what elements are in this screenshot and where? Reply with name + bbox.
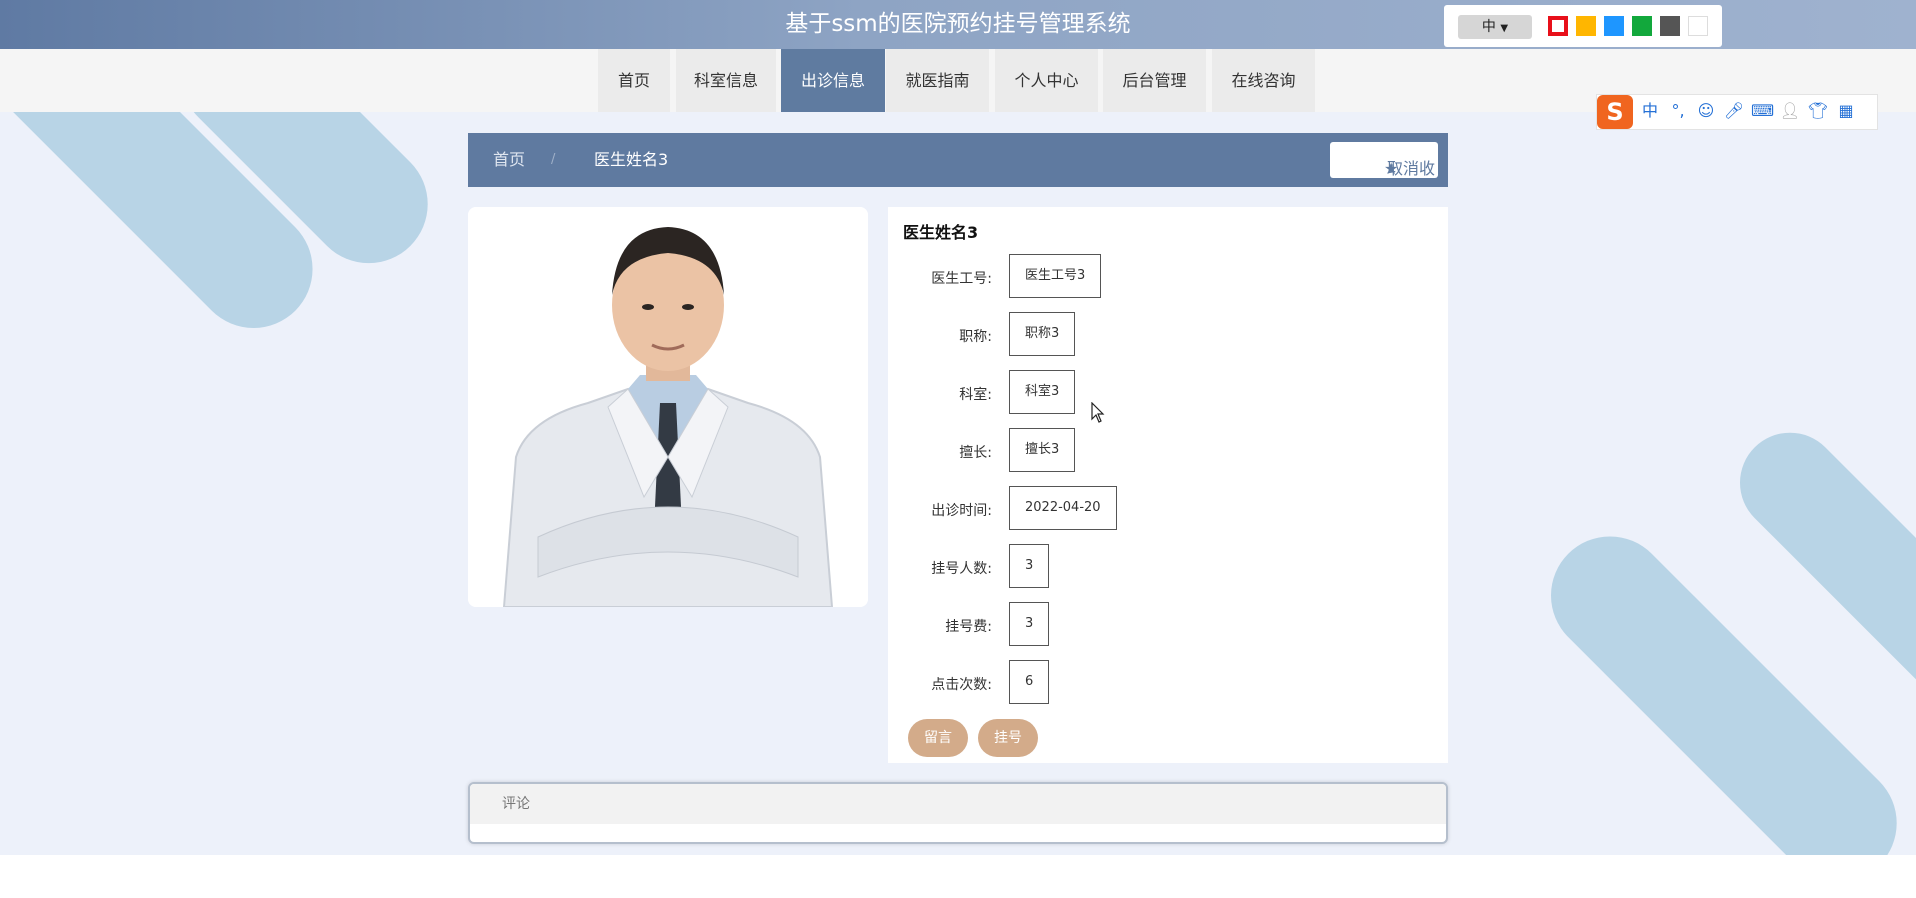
theme-swatch-white[interactable]: [1688, 16, 1708, 36]
nav-item-guide[interactable]: 就医指南: [886, 49, 989, 112]
language-dropdown[interactable]: 中 ▼: [1458, 15, 1532, 39]
sogou-logo-icon[interactable]: S: [1597, 95, 1633, 129]
field-label-visit-date: 出诊时间:: [931, 503, 992, 519]
nav-item-profile[interactable]: 个人中心: [995, 49, 1098, 112]
emoji-icon[interactable]: ☺: [1695, 100, 1717, 122]
theme-switcher: 中 ▼: [1444, 5, 1722, 47]
breadcrumb-current: 医生姓名3: [594, 150, 669, 169]
field-value-specialty: 擅长3: [1009, 428, 1076, 472]
language-label: 中: [1481, 19, 1496, 35]
skin-shirt-icon[interactable]: 👕︎: [1807, 100, 1829, 122]
field-value-department: 科室3: [1009, 370, 1076, 414]
ime-punctuation[interactable]: °,: [1667, 100, 1689, 122]
user-icon[interactable]: 👤︎: [1779, 100, 1801, 122]
apps-grid-icon[interactable]: ▦: [1835, 100, 1857, 122]
field-label-appointment-count: 挂号人数:: [931, 561, 992, 577]
field-value-click-count: 6: [1009, 660, 1050, 704]
leave-message-button[interactable]: 留言: [908, 719, 968, 757]
mouse-cursor-icon: [1091, 402, 1105, 423]
ime-mode[interactable]: 中: [1639, 100, 1661, 122]
field-value-appointment-count: 3: [1009, 544, 1050, 588]
breadcrumb-separator: /: [551, 152, 556, 167]
comment-tab[interactable]: 评论: [470, 784, 1446, 824]
breadcrumb-home[interactable]: 首页: [493, 133, 525, 187]
field-value-visit-date: 2022-04-20: [1009, 486, 1117, 530]
nav-item-admin[interactable]: 后台管理: [1103, 49, 1206, 112]
theme-swatch-gray[interactable]: [1660, 16, 1680, 36]
field-label-click-count: 点击次数:: [931, 677, 992, 693]
comment-tab-label: 评论: [502, 796, 530, 812]
microphone-icon[interactable]: 🎤︎: [1723, 100, 1745, 122]
register-button[interactable]: 挂号: [978, 719, 1038, 757]
field-label-staff-id: 医生工号:: [931, 271, 992, 287]
theme-swatch-blue[interactable]: [1604, 16, 1624, 36]
nav-item-home[interactable]: 首页: [598, 49, 670, 112]
nav-item-schedule[interactable]: 出诊信息: [781, 49, 885, 112]
nav-item-consult[interactable]: 在线咨询: [1212, 49, 1315, 112]
keyboard-icon[interactable]: ⌨: [1751, 100, 1774, 122]
top-header: 基于ssm的医院预约挂号管理系统 中 ▼: [0, 0, 1916, 49]
caret-down-icon: ▼: [1500, 23, 1509, 34]
comment-section: 评论: [468, 782, 1448, 844]
field-label-specialty: 擅长:: [959, 445, 992, 461]
ime-toolbar: S 中 °, ☺ 🎤︎ ⌨ 👤︎ 👕︎ ▦: [1596, 94, 1878, 130]
doctor-photo: [468, 207, 868, 607]
theme-swatch-yellow[interactable]: [1576, 16, 1596, 36]
theme-swatch-green[interactable]: [1632, 16, 1652, 36]
theme-swatch-red[interactable]: [1548, 16, 1568, 36]
field-label-fee: 挂号费:: [945, 619, 992, 635]
field-label-title: 职称:: [959, 329, 992, 345]
doctor-name: 医生姓名3: [903, 223, 979, 242]
doctor-info-card: 医生姓名3 医生工号: 医生工号3 职称: 职称3 科室: 科室3 擅长: 擅长…: [888, 207, 1448, 763]
field-value-staff-id: 医生工号3: [1009, 254, 1102, 298]
breadcrumb: 首页 / 医生姓名3 ★ 取消收藏: [468, 133, 1448, 232]
field-label-department: 科室:: [959, 387, 992, 403]
doctor-portrait-image: [468, 207, 868, 607]
unfavorite-button[interactable]: ★ 取消收藏: [1330, 142, 1438, 232]
nav-item-departments[interactable]: 科室信息: [676, 49, 776, 112]
field-value-title: 职称3: [1009, 312, 1076, 356]
field-value-fee: 3: [1009, 602, 1050, 646]
